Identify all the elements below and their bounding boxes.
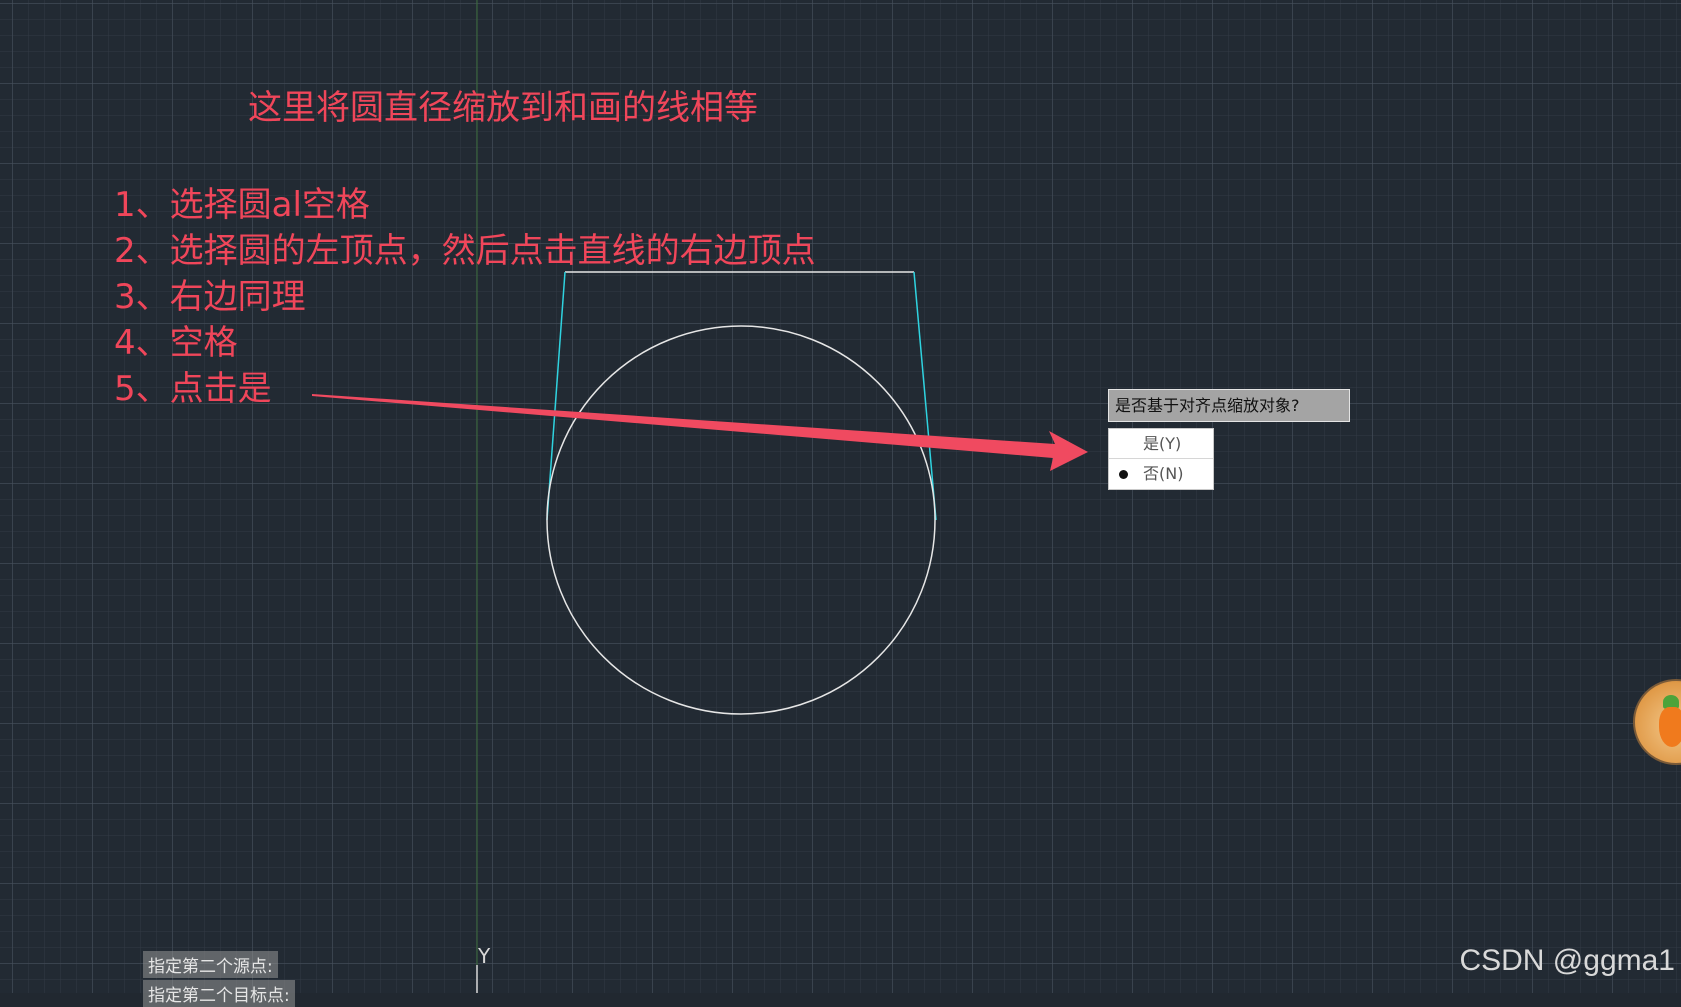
option-yes-label: 是(Y)	[1143, 434, 1182, 453]
drawing-svg	[312, 0, 1088, 993]
annotation-step: 5、点击是	[114, 369, 272, 409]
option-yes[interactable]: 是(Y)	[1109, 429, 1213, 459]
dynamic-input-prompt: 是否基于对齐点缩放对象?	[1108, 389, 1350, 422]
annotation-steps: 1、选择圆al空格 2、选择圆的左顶点，然后点击直线的右边顶点 3、右边同理 4…	[114, 182, 816, 412]
annotation-step: 3、右边同理	[114, 277, 306, 317]
command-history-line: 指定第二个目标点:	[143, 980, 295, 1007]
ucs-y-label: Y	[478, 944, 491, 968]
command-history-line: 指定第二个源点:	[143, 951, 278, 978]
annotation-title: 这里将圆直径缩放到和画的线相等	[248, 88, 758, 128]
avatar-carrot	[1659, 707, 1681, 747]
annotation-step: 1、选择圆al空格	[114, 185, 370, 225]
selected-bullet-icon	[1119, 470, 1128, 479]
annotation-step: 4、空格	[114, 323, 238, 363]
prompt-options-menu: 是(Y) 否(N)	[1108, 428, 1214, 490]
drawing-canvas[interactable]: 这里将圆直径缩放到和画的线相等 1、选择圆al空格 2、选择圆的左顶点，然后点击…	[0, 0, 1681, 1007]
right-slanted-line[interactable]	[913, 271, 937, 521]
option-no-label: 否(N)	[1143, 464, 1184, 483]
watermark-text: CSDN @ggma1	[1459, 944, 1675, 977]
option-no[interactable]: 否(N)	[1109, 459, 1213, 489]
annotation-step: 2、选择圆的左顶点，然后点击直线的右边顶点	[114, 231, 816, 271]
